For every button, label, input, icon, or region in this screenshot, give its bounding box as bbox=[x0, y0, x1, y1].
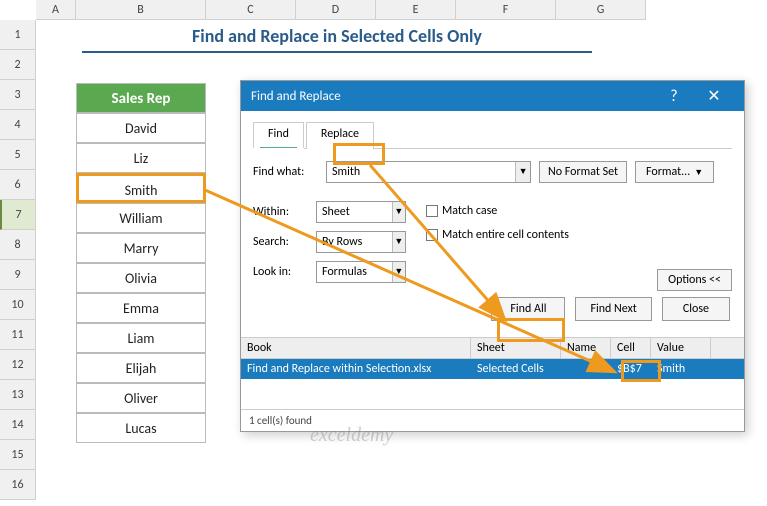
tab-replace-label: Replace bbox=[321, 127, 359, 141]
within-combo[interactable]: ▼ bbox=[316, 201, 406, 223]
results-col-book[interactable]: Book bbox=[241, 338, 471, 358]
row-headers: 1 2 3 4 5 6 7 8 9 10 11 12 13 14 15 16 bbox=[0, 20, 36, 500]
row-header-selected[interactable]: 7 bbox=[0, 200, 36, 230]
cell-b15[interactable]: Lucas bbox=[76, 413, 206, 443]
row-header[interactable]: 8 bbox=[0, 230, 36, 260]
column-headers: A B C D E F G bbox=[36, 0, 646, 20]
chevron-down-icon[interactable]: ▼ bbox=[392, 202, 405, 222]
table-header[interactable]: Sales Rep bbox=[76, 83, 206, 113]
result-book: Find and Replace within Selection.xlsx bbox=[241, 359, 471, 379]
format-button[interactable]: Format... ▼ bbox=[635, 161, 714, 183]
checkbox-icon bbox=[426, 229, 438, 241]
results-header: Book Sheet Name Cell Value bbox=[241, 337, 744, 359]
result-sheet: Selected Cells bbox=[471, 359, 561, 379]
within-label: Within: bbox=[253, 205, 308, 219]
no-format-button[interactable]: No Format Set bbox=[539, 161, 627, 183]
row-header[interactable]: 6 bbox=[0, 170, 36, 200]
search-label: Search: bbox=[253, 235, 308, 249]
tab-find[interactable]: Find bbox=[253, 122, 304, 149]
row-header[interactable]: 15 bbox=[0, 440, 36, 470]
within-input[interactable] bbox=[317, 202, 392, 222]
tabs: Find Replace bbox=[253, 121, 732, 149]
search-input[interactable] bbox=[317, 232, 392, 252]
tab-replace[interactable]: Replace bbox=[306, 122, 374, 149]
match-case-label: Match case bbox=[442, 204, 497, 218]
result-row[interactable]: Find and Replace within Selection.xlsx S… bbox=[241, 359, 744, 379]
col-header-f[interactable]: F bbox=[456, 0, 556, 20]
col-header-c[interactable]: C bbox=[206, 0, 296, 20]
col-header-b[interactable]: B bbox=[76, 0, 206, 20]
lookin-label: Look in: bbox=[253, 265, 308, 279]
chevron-down-icon[interactable]: ▼ bbox=[392, 262, 405, 282]
row-header[interactable]: 3 bbox=[0, 80, 36, 110]
find-next-button[interactable]: Find Next bbox=[575, 297, 651, 321]
cell-b13[interactable]: Elijah bbox=[76, 353, 206, 383]
row-header[interactable]: 1 bbox=[0, 20, 36, 50]
format-button-label: Format... bbox=[646, 165, 690, 179]
row-header[interactable]: 16 bbox=[0, 470, 36, 500]
row-header[interactable]: 12 bbox=[0, 350, 36, 380]
close-button[interactable]: Close bbox=[662, 297, 730, 321]
results-col-cell[interactable]: Cell bbox=[611, 338, 651, 358]
row-header[interactable]: 4 bbox=[0, 110, 36, 140]
find-all-button[interactable]: Find All bbox=[491, 297, 565, 321]
row-header[interactable]: 10 bbox=[0, 290, 36, 320]
close-icon[interactable]: ✕ bbox=[694, 86, 734, 106]
results-col-name[interactable]: Name bbox=[561, 338, 611, 358]
checkbox-icon bbox=[426, 205, 438, 217]
row-header[interactable]: 9 bbox=[0, 260, 36, 290]
col-header-d[interactable]: D bbox=[296, 0, 376, 20]
watermark: exceldemy bbox=[310, 424, 393, 447]
chevron-down-icon[interactable]: ▼ bbox=[515, 162, 530, 182]
find-what-combo[interactable]: ▼ bbox=[326, 161, 531, 183]
cell-b14[interactable]: Oliver bbox=[76, 383, 206, 413]
match-entire-label: Match entire cell contents bbox=[442, 228, 569, 242]
results-col-sheet[interactable]: Sheet bbox=[471, 338, 561, 358]
cell-b7[interactable]: Smith bbox=[76, 173, 206, 203]
options-button[interactable]: Options << bbox=[657, 269, 732, 291]
page-title-area: Find and Replace in Selected Cells Only bbox=[82, 25, 592, 53]
lookin-combo[interactable]: ▼ bbox=[316, 261, 406, 283]
row-header[interactable]: 11 bbox=[0, 320, 36, 350]
find-replace-dialog: Find and Replace ? ✕ Find Replace Find w… bbox=[240, 80, 745, 432]
col-header-e[interactable]: E bbox=[376, 0, 456, 20]
match-entire-checkbox[interactable]: Match entire cell contents bbox=[426, 228, 569, 242]
chevron-down-icon: ▼ bbox=[694, 167, 703, 178]
cell-b8[interactable]: William bbox=[76, 203, 206, 233]
row-header[interactable]: 2 bbox=[0, 50, 36, 80]
page-title: Find and Replace in Selected Cells Only bbox=[82, 25, 592, 47]
cell-b5[interactable]: David bbox=[76, 113, 206, 143]
results-col-value[interactable]: Value bbox=[651, 338, 711, 358]
help-icon[interactable]: ? bbox=[654, 87, 694, 106]
result-name bbox=[561, 359, 611, 379]
cell-b11[interactable]: Emma bbox=[76, 293, 206, 323]
row-header[interactable]: 14 bbox=[0, 410, 36, 440]
title-underline bbox=[82, 51, 592, 53]
tab-find-label: Find bbox=[268, 127, 289, 141]
match-case-checkbox[interactable]: Match case bbox=[426, 204, 569, 218]
row-header[interactable]: 5 bbox=[0, 140, 36, 170]
result-cell: $B$7 bbox=[611, 359, 651, 379]
col-header-a[interactable]: A bbox=[36, 0, 76, 20]
lookin-input[interactable] bbox=[317, 262, 392, 282]
cell-b10[interactable]: Olivia bbox=[76, 263, 206, 293]
find-what-input[interactable] bbox=[327, 162, 515, 182]
find-what-label: Find what: bbox=[253, 165, 318, 179]
cell-b12[interactable]: Liam bbox=[76, 323, 206, 353]
cell-b9[interactable]: Marry bbox=[76, 233, 206, 263]
dialog-title: Find and Replace bbox=[251, 89, 341, 104]
cell-b6[interactable]: Liz bbox=[76, 143, 206, 173]
search-combo[interactable]: ▼ bbox=[316, 231, 406, 253]
result-value: Smith bbox=[651, 359, 711, 379]
chevron-down-icon[interactable]: ▼ bbox=[392, 232, 405, 252]
row-header[interactable]: 13 bbox=[0, 380, 36, 410]
dialog-titlebar[interactable]: Find and Replace ? ✕ bbox=[241, 81, 744, 111]
col-header-g[interactable]: G bbox=[556, 0, 646, 20]
